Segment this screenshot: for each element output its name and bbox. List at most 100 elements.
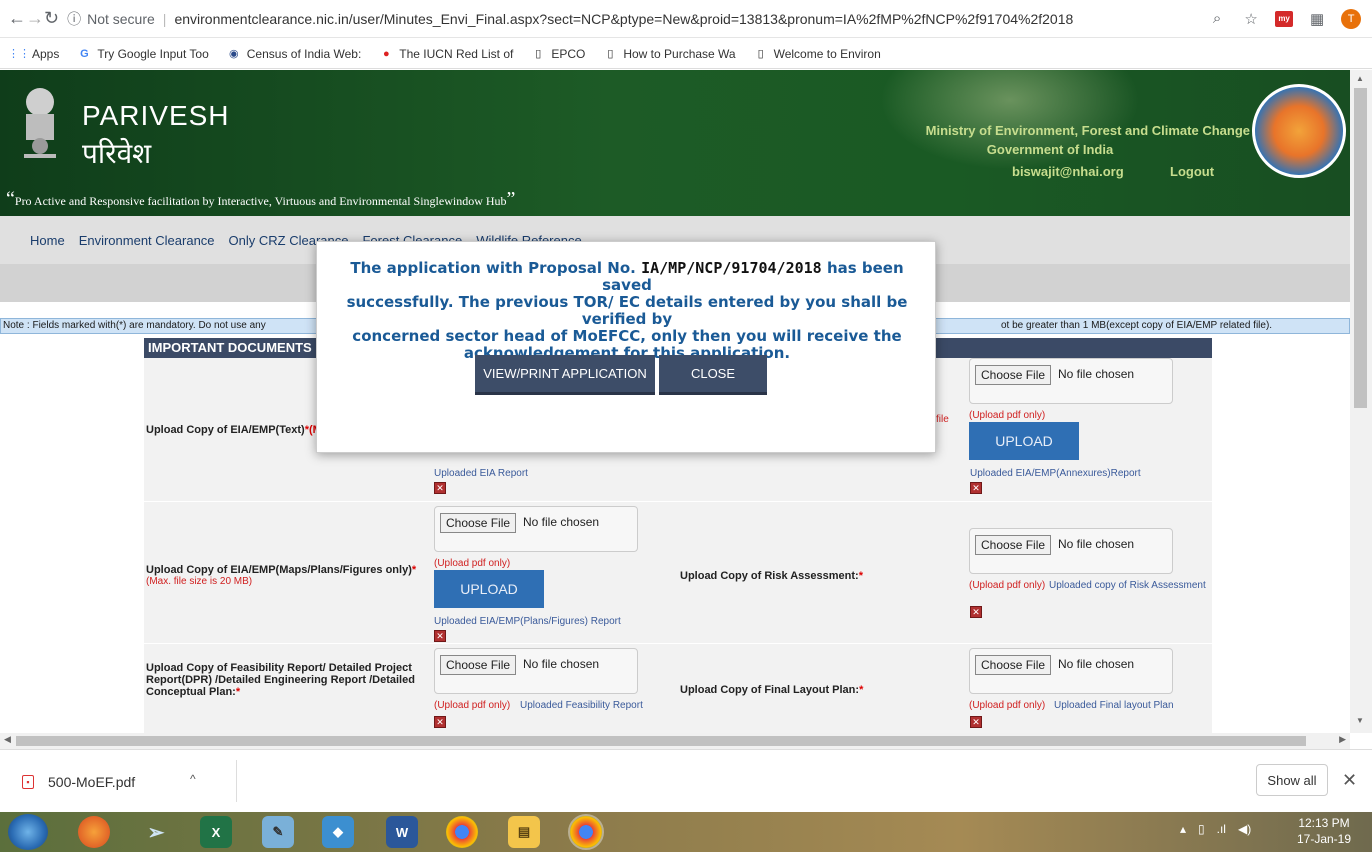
maps-uploaded-link[interactable]: Uploaded EIA/EMP(Plans/Figures) Report xyxy=(434,616,621,627)
zoom-icon[interactable]: ⌕ xyxy=(1207,9,1227,29)
note-right: ot be greater than 1 MB(except copy of E… xyxy=(1001,320,1273,331)
delete-icon[interactable]: ✕ xyxy=(970,606,982,618)
download-shelf: ▪ 500-MoEF.pdf ^ Show all ✕ xyxy=(0,749,1372,812)
site-header: PARIVESH परिवेश “Pro Active and Responsi… xyxy=(0,70,1350,216)
layout-file-input[interactable]: Choose File No file chosen xyxy=(969,648,1173,694)
upload-annex-button[interactable]: UPLOAD xyxy=(969,422,1079,460)
firefox-icon[interactable] xyxy=(78,816,110,848)
table-row: Upload Copy of Feasibility Report/ Detai… xyxy=(144,644,1212,733)
bookmark-label: The IUCN Red List of xyxy=(399,46,514,61)
bookmark-iucn[interactable]: ● The IUCN Red List of xyxy=(379,47,513,61)
hscroll-thumb[interactable] xyxy=(16,736,1306,746)
delete-icon[interactable]: ✕ xyxy=(434,716,446,728)
google-icon: G xyxy=(80,47,89,60)
scroll-right-icon[interactable]: ▶ xyxy=(1339,734,1346,745)
bookmark-apps[interactable]: ⋮⋮ Apps xyxy=(8,47,59,61)
bookmark-google-input[interactable]: G Try Google Input Too xyxy=(77,47,209,61)
forward-icon[interactable]: → xyxy=(26,6,44,32)
chevron-up-icon[interactable]: ^ xyxy=(190,772,196,786)
chrome-active-icon[interactable] xyxy=(568,814,604,850)
table-row: Choose File No file chosen Upload Copy o… xyxy=(144,502,1212,644)
bookmark-epco[interactable]: ▯ EPCO xyxy=(531,47,585,61)
delete-icon[interactable]: ✕ xyxy=(434,482,446,494)
address-bar: ← → ↻ ⓘ Not secure | environmentclearanc… xyxy=(0,0,1372,38)
extension-cart-icon[interactable]: ▦ xyxy=(1307,9,1327,29)
profile-avatar[interactable]: T xyxy=(1341,8,1362,29)
menu-home[interactable]: Home xyxy=(30,233,65,248)
ministry-name: Ministry of Environment, Forest and Clim… xyxy=(925,123,1250,138)
choose-file-button[interactable]: Choose File xyxy=(975,535,1052,555)
logout-link[interactable]: Logout xyxy=(1170,164,1214,179)
delete-icon[interactable]: ✕ xyxy=(970,482,982,494)
layout-uploaded-link[interactable]: Uploaded Final layout Plan xyxy=(1054,700,1174,711)
close-icon[interactable]: ✕ xyxy=(1342,770,1357,791)
back-icon[interactable]: ← xyxy=(8,6,26,32)
bookmark-welcome[interactable]: ▯ Welcome to Environ xyxy=(754,47,881,61)
url-field[interactable]: ⓘ Not secure | environmentclearance.nic.… xyxy=(67,4,1208,33)
maps-label: Upload Copy of EIA/EMP(Maps/Plans/Figure… xyxy=(146,564,417,576)
file-explorer-icon[interactable]: ▤ xyxy=(508,816,540,848)
annex-file-input[interactable]: Choose File No file chosen xyxy=(969,358,1173,404)
chrome-icon[interactable] xyxy=(446,816,478,848)
choose-file-button[interactable]: Choose File xyxy=(975,655,1052,675)
scroll-down-icon[interactable]: ▼ xyxy=(1356,716,1364,725)
security-label: Not secure xyxy=(87,10,155,27)
risk-file-input[interactable]: Choose File No file chosen xyxy=(969,528,1173,574)
feasibility-uploaded-link[interactable]: Uploaded Feasibility Report xyxy=(520,700,643,711)
download-file-name: 500-MoEF.pdf xyxy=(48,774,136,790)
scroll-thumb[interactable] xyxy=(1354,88,1367,408)
arrow-app-icon[interactable]: ➢ xyxy=(140,816,172,848)
choose-file-button[interactable]: Choose File xyxy=(440,655,517,675)
census-icon: ◉ xyxy=(228,48,239,60)
page-viewport: PARIVESH परिवेश “Pro Active and Responsi… xyxy=(0,70,1350,733)
menu-environment-clearance[interactable]: Environment Clearance xyxy=(79,233,215,248)
paint-icon[interactable]: ✎ xyxy=(262,816,294,848)
word-icon[interactable]: W xyxy=(386,816,418,848)
photos-icon[interactable]: ◆ xyxy=(322,816,354,848)
signal-icon[interactable]: .ıl xyxy=(1217,822,1226,836)
no-file-text: No file chosen xyxy=(1058,537,1135,551)
layout-label: Upload Copy of Final Layout Plan:* xyxy=(680,684,864,696)
annex-uploaded-link[interactable]: Uploaded EIA/EMP(Annexures)Report xyxy=(970,468,1141,479)
delete-icon[interactable]: ✕ xyxy=(434,630,446,642)
risk-uploaded-link[interactable]: Uploaded copy of Risk Assessment xyxy=(1049,580,1249,591)
feasibility-file-input[interactable]: Choose File No file chosen xyxy=(434,648,638,694)
bookmark-label: Census of India Web: xyxy=(246,46,362,61)
url-separator: | xyxy=(162,10,167,27)
no-file-text: No file chosen xyxy=(1058,657,1135,671)
battery-icon[interactable]: ▯ xyxy=(1198,822,1205,836)
bookmark-purchase[interactable]: ▯ How to Purchase Wa xyxy=(603,47,735,61)
horizontal-scrollbar[interactable]: ◀ ▶ xyxy=(0,733,1350,749)
excel-icon[interactable]: X xyxy=(200,816,232,848)
user-email: biswajit@nhai.org xyxy=(1012,164,1124,179)
national-emblem-icon xyxy=(24,88,56,158)
government-label: Government of India xyxy=(986,142,1114,157)
eia-uploaded-link[interactable]: Uploaded EIA Report xyxy=(434,468,528,479)
eia-text-label: Upload Copy of EIA/EMP(Text)*(M xyxy=(146,424,322,436)
tray-arrow-icon[interactable]: ▴ xyxy=(1180,822,1186,836)
maps-file-input[interactable]: Choose File No file chosen xyxy=(434,506,638,552)
volume-icon[interactable]: ◀) xyxy=(1238,822,1251,836)
bookmark-star-icon[interactable]: ☆ xyxy=(1241,9,1261,29)
info-icon[interactable]: ⓘ xyxy=(67,9,81,29)
close-dialog-button[interactable]: CLOSE xyxy=(659,355,767,395)
choose-file-button[interactable]: Choose File xyxy=(440,513,517,533)
reload-icon[interactable]: ↻ xyxy=(44,6,59,32)
windows-start-icon[interactable] xyxy=(8,814,48,850)
pdf-only-note: (Upload pdf only) xyxy=(434,700,511,711)
bookmark-census[interactable]: ◉ Census of India Web: xyxy=(227,46,362,61)
show-all-button[interactable]: Show all xyxy=(1256,764,1328,796)
clock[interactable]: 12:13 PM 17-Jan-19 xyxy=(1284,815,1364,847)
extension-my-icon[interactable]: my xyxy=(1275,10,1294,27)
download-item[interactable]: ▪ 500-MoEF.pdf xyxy=(22,774,135,790)
no-file-text: No file chosen xyxy=(1058,367,1135,381)
upload-maps-button[interactable]: UPLOAD xyxy=(434,570,544,608)
delete-icon[interactable]: ✕ xyxy=(970,716,982,728)
view-print-application-button[interactable]: VIEW/PRINT APPLICATION xyxy=(475,355,655,395)
vertical-scrollbar[interactable]: ▲ ▼ xyxy=(1350,70,1372,733)
taskbar: ➢ X ✎ ◆ W ▤ ▴ ▯ .ıl ◀) 12:13 PM 17-Jan-1… xyxy=(0,812,1372,852)
scroll-up-icon[interactable]: ▲ xyxy=(1356,74,1364,83)
tagline: “Pro Active and Responsive facilitation … xyxy=(6,188,516,210)
scroll-left-icon[interactable]: ◀ xyxy=(4,734,11,745)
choose-file-button[interactable]: Choose File xyxy=(975,365,1052,385)
